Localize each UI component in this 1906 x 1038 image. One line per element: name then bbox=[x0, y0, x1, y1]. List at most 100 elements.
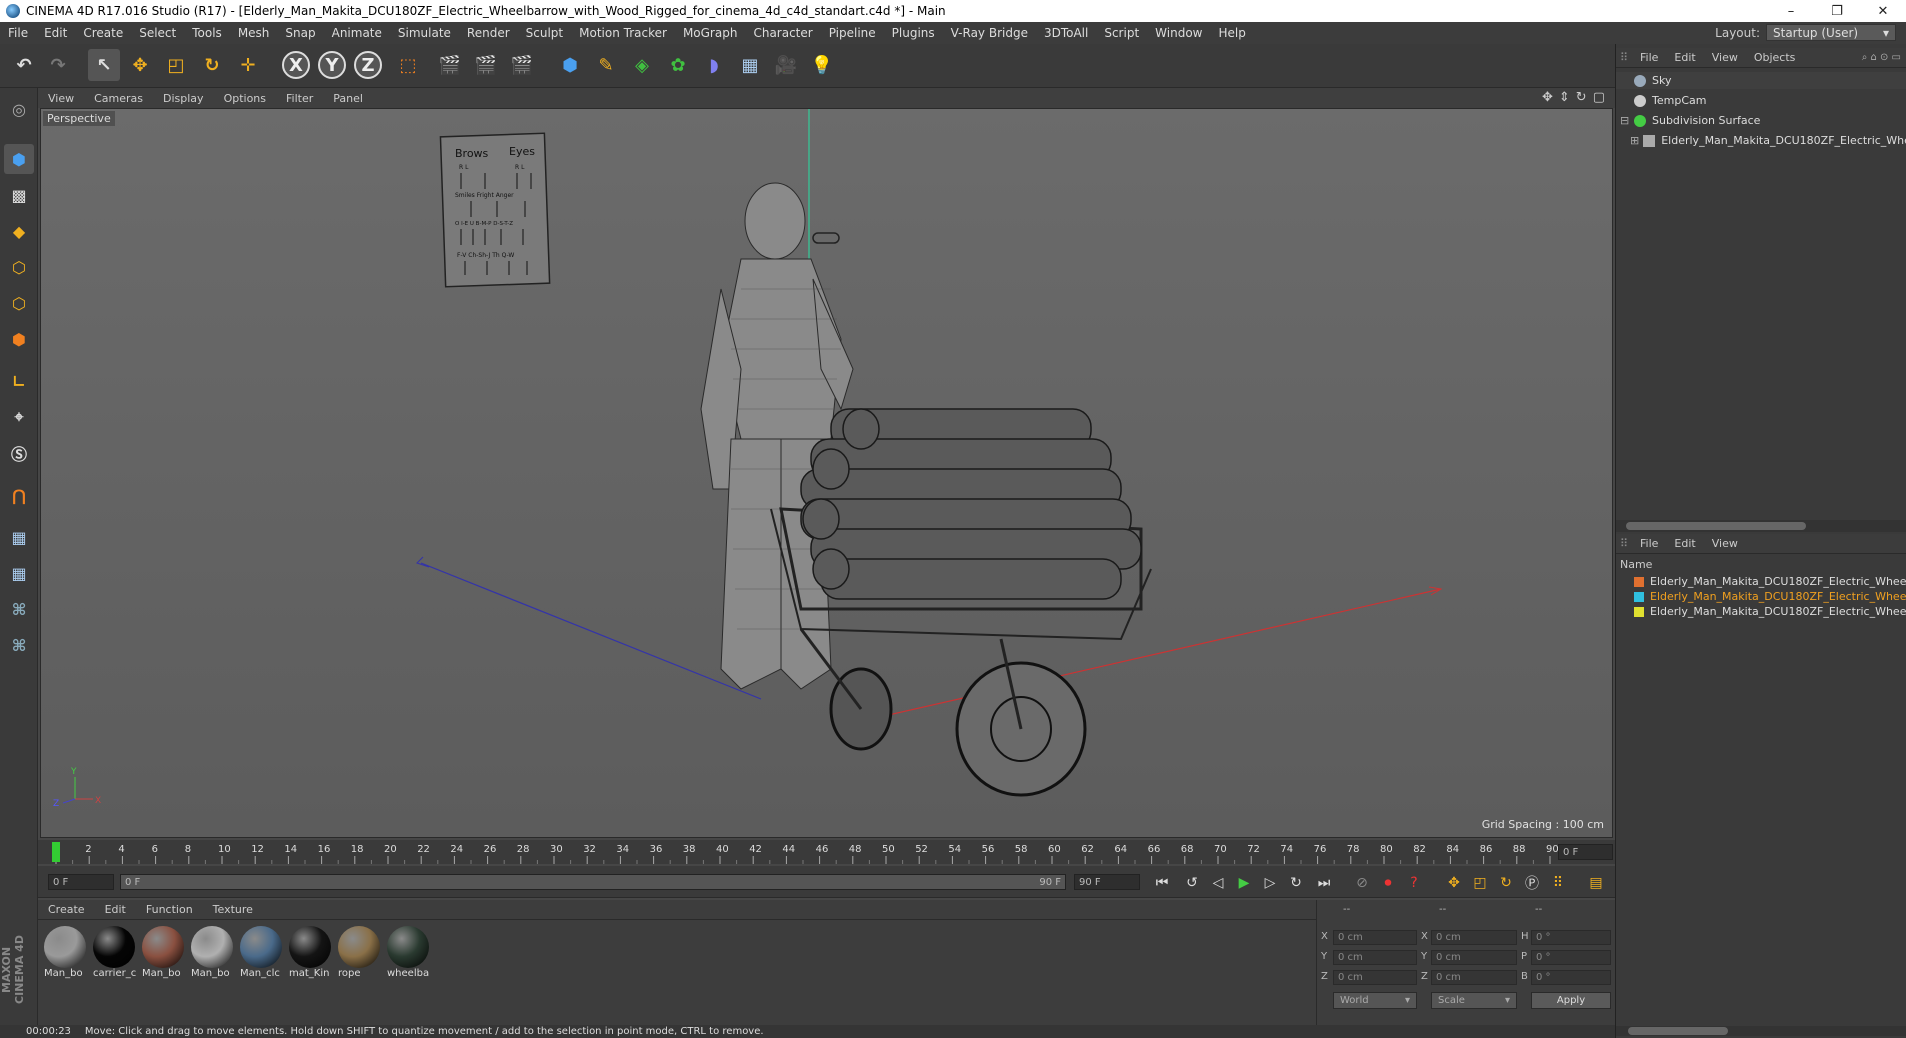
autokey-button[interactable]: ⏺ bbox=[1376, 871, 1400, 895]
timeline-window-button[interactable]: ▤ bbox=[1584, 871, 1608, 895]
object-item-tempcam[interactable]: TempCam bbox=[1616, 92, 1906, 109]
viewport-menu-panel[interactable]: Panel bbox=[323, 92, 373, 105]
viewport-menu-options[interactable]: Options bbox=[214, 92, 276, 105]
previous-frame-button[interactable]: ◁ bbox=[1206, 871, 1230, 895]
position-y-field[interactable]: 0 cm bbox=[1333, 950, 1417, 965]
rotation-b-field[interactable]: 0 ° bbox=[1531, 970, 1611, 985]
next-keyframe-button[interactable]: ↻ bbox=[1284, 871, 1308, 895]
viewport-menu-filter[interactable]: Filter bbox=[276, 92, 323, 105]
move-tool-button[interactable]: ✥ bbox=[124, 49, 156, 81]
playhead-marker[interactable] bbox=[52, 842, 60, 862]
add-cloner-button[interactable]: ✿ bbox=[662, 49, 694, 81]
rotate-tool-button[interactable]: ↻ bbox=[196, 49, 228, 81]
key-parameter-button[interactable]: Ⓟ bbox=[1520, 871, 1544, 895]
material-swatch[interactable]: Man_bo bbox=[189, 926, 235, 986]
material-menu-create[interactable]: Create bbox=[38, 903, 95, 916]
menu-pipeline[interactable]: Pipeline bbox=[821, 26, 884, 40]
close-button[interactable]: ✕ bbox=[1860, 0, 1906, 22]
key-position-button[interactable]: ✥ bbox=[1442, 871, 1466, 895]
x-axis-lock-button[interactable]: X bbox=[282, 51, 310, 79]
menu-motion-tracker[interactable]: Motion Tracker bbox=[571, 26, 675, 40]
render-picture-viewer-button[interactable]: 🎬 bbox=[470, 49, 502, 81]
render-view-button[interactable]: 🎬 bbox=[434, 49, 466, 81]
menu-plugins[interactable]: Plugins bbox=[884, 26, 943, 40]
python-button-2[interactable]: ⌘ bbox=[4, 630, 34, 660]
menu-window[interactable]: Window bbox=[1147, 26, 1210, 40]
go-to-start-button[interactable]: ⏮ bbox=[1150, 871, 1174, 895]
material-menu-function[interactable]: Function bbox=[136, 903, 203, 916]
menu-3dtoall[interactable]: 3DToAll bbox=[1036, 26, 1096, 40]
rotation-h-field[interactable]: 0 ° bbox=[1531, 930, 1611, 945]
magnet-button[interactable]: ⋂ bbox=[4, 480, 34, 510]
menu-file[interactable]: File bbox=[0, 26, 36, 40]
size-mode-select[interactable]: Scale ▾ bbox=[1431, 992, 1517, 1009]
menu-edit[interactable]: Edit bbox=[36, 26, 75, 40]
timeline-ruler[interactable]: 0246810121416182022242628303234363840424… bbox=[38, 840, 1615, 864]
viewport-menu-view[interactable]: View bbox=[38, 92, 84, 105]
grid-plane-button[interactable]: ▦ bbox=[4, 522, 34, 552]
coordinate-space-select[interactable]: World ▾ bbox=[1333, 992, 1417, 1009]
face-rig-chart[interactable]: Brows Eyes R L R L Smiles Fright Anger O… bbox=[439, 132, 551, 288]
viewport-menu-cameras[interactable]: Cameras bbox=[84, 92, 153, 105]
redo-button[interactable]: ↷ bbox=[42, 49, 74, 81]
snap-button[interactable]: Ⓢ bbox=[4, 438, 34, 468]
objects-menu-edit[interactable]: Edit bbox=[1666, 51, 1703, 64]
scrollbar-thumb[interactable] bbox=[1628, 1027, 1728, 1035]
size-y-field[interactable]: 0 cm bbox=[1431, 950, 1517, 965]
layers-menu-edit[interactable]: Edit bbox=[1666, 537, 1703, 550]
current-frame-field[interactable]: 0 F bbox=[1558, 844, 1613, 860]
workplane-mode-button[interactable]: ◆ bbox=[4, 216, 34, 246]
objects-menu-file[interactable]: File bbox=[1632, 51, 1666, 64]
add-deformer-button[interactable]: ◗ bbox=[698, 49, 730, 81]
points-mode-button[interactable]: ⬡ bbox=[4, 252, 34, 282]
maximize-view-icon[interactable]: ▢ bbox=[1593, 90, 1605, 105]
object-item-elderly-man[interactable]: ⊞ Elderly_Man_Makita_DCU180ZF_Electric_Wh… bbox=[1616, 132, 1906, 149]
rig-control-handle[interactable] bbox=[812, 232, 840, 244]
menu-animate[interactable]: Animate bbox=[324, 26, 390, 40]
coordinate-system-button[interactable]: ⬚ bbox=[392, 49, 424, 81]
expand-toggle-icon[interactable]: ⊟ bbox=[1620, 114, 1630, 127]
orbit-icon[interactable]: ↻ bbox=[1576, 90, 1587, 105]
search-icon[interactable]: ⌕ ⌂ ⊙ ▭ bbox=[1862, 52, 1906, 63]
key-pla-button[interactable]: ⠿ bbox=[1546, 871, 1570, 895]
grid-rotate-button[interactable]: ▦ bbox=[4, 558, 34, 588]
menu-simulate[interactable]: Simulate bbox=[390, 26, 459, 40]
layers-menu-view[interactable]: View bbox=[1704, 537, 1746, 550]
expand-toggle-icon[interactable]: ⊞ bbox=[1630, 134, 1639, 147]
layer-item[interactable]: Elderly_Man_Makita_DCU180ZF_Electric_Whe… bbox=[1616, 604, 1906, 619]
dolly-icon[interactable]: ⇕ bbox=[1559, 90, 1570, 105]
layer-item[interactable]: Elderly_Man_Makita_DCU180ZF_Electric_Whe… bbox=[1616, 574, 1906, 589]
record-keys-button[interactable]: ⊘ bbox=[1350, 871, 1374, 895]
material-swatch[interactable]: Man_bo bbox=[42, 926, 88, 986]
pan-icon[interactable]: ✥ bbox=[1542, 90, 1553, 105]
menu-mesh[interactable]: Mesh bbox=[230, 26, 278, 40]
model-mode-button[interactable]: ⬢ bbox=[4, 144, 34, 174]
object-manager-hscrollbar[interactable] bbox=[1616, 520, 1906, 532]
axis-mode-button[interactable]: ∟ bbox=[4, 366, 34, 396]
menu-character[interactable]: Character bbox=[745, 26, 820, 40]
python-button-1[interactable]: ⌘ bbox=[4, 594, 34, 624]
layer-color-swatch[interactable] bbox=[1634, 576, 1644, 587]
object-item-sky[interactable]: Sky bbox=[1616, 72, 1906, 89]
apply-button[interactable]: Apply bbox=[1531, 992, 1611, 1009]
next-frame-button[interactable]: ▷ bbox=[1258, 871, 1282, 895]
polygons-mode-button[interactable]: ⬢ bbox=[4, 324, 34, 354]
go-to-end-button[interactable]: ⏭ bbox=[1312, 871, 1336, 895]
material-menu-edit[interactable]: Edit bbox=[95, 903, 136, 916]
edges-mode-button[interactable]: ⬡ bbox=[4, 288, 34, 318]
perspective-viewport[interactable]: Perspective Brows Eyes R L R L Smiles Fr… bbox=[40, 108, 1613, 838]
keyframe-selection-button[interactable]: ? bbox=[1402, 871, 1426, 895]
key-rotation-button[interactable]: ↻ bbox=[1494, 871, 1518, 895]
layer-item[interactable]: Elderly_Man_Makita_DCU180ZF_Electric_Whe… bbox=[1616, 589, 1906, 604]
start-frame-field[interactable]: 0 F bbox=[48, 874, 114, 890]
frame-range-slider[interactable]: 0 F 90 F bbox=[120, 874, 1066, 890]
material-swatch[interactable]: mat_Kin bbox=[287, 926, 333, 986]
tweak-mode-button[interactable]: ⌖ bbox=[4, 402, 34, 432]
add-spline-button[interactable]: ✎ bbox=[590, 49, 622, 81]
rotation-p-field[interactable]: 0 ° bbox=[1531, 950, 1611, 965]
object-item-subdivision-surface[interactable]: ⊟ Subdivision Surface bbox=[1616, 112, 1906, 129]
end-frame-field[interactable]: 90 F bbox=[1074, 874, 1140, 890]
add-light-button[interactable]: 💡 bbox=[806, 49, 838, 81]
add-camera-button[interactable]: 🎥 bbox=[770, 49, 802, 81]
make-editable-button[interactable]: ◎ bbox=[4, 94, 34, 124]
